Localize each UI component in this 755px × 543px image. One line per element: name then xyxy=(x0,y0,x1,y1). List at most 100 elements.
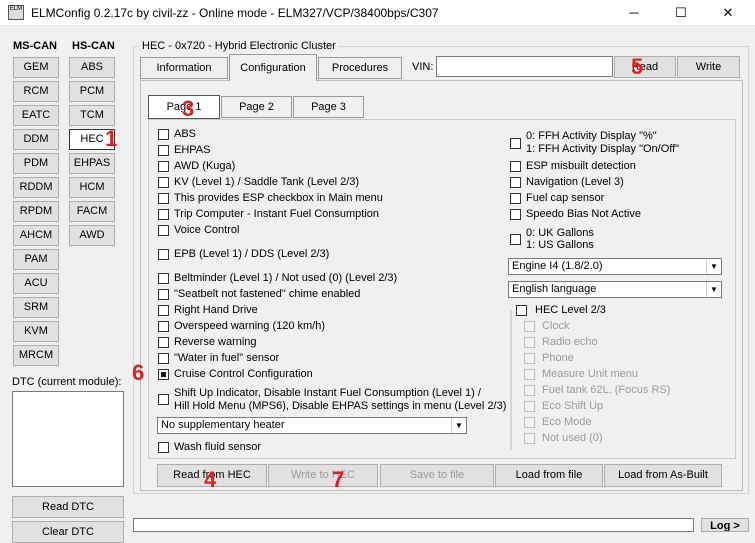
chevron-down-icon: ▼ xyxy=(706,282,721,297)
hec-level-group xyxy=(510,310,512,450)
hec-level-checkbox[interactable] xyxy=(516,305,527,316)
save-to-file-button[interactable]: Save to file xyxy=(380,464,494,487)
hec-level-item-label: Fuel tank 62L. (Focus RS) xyxy=(542,384,671,396)
tab-information[interactable]: Information xyxy=(140,57,228,79)
module-button-awd[interactable]: AWD xyxy=(69,225,115,246)
option-checkbox[interactable] xyxy=(158,193,169,204)
close-button[interactable]: ✕ xyxy=(705,0,751,26)
option-label: This provides ESP checkbox in Main menu xyxy=(174,192,383,204)
module-button-ddm[interactable]: DDM xyxy=(13,129,59,150)
load-from-asbuilt-button[interactable]: Load from As-Built xyxy=(604,464,722,487)
tab-procedures[interactable]: Procedures xyxy=(318,57,402,79)
module-button-abs[interactable]: ABS xyxy=(69,57,115,78)
read-dtc-button[interactable]: Read DTC xyxy=(12,496,124,518)
option-checkbox[interactable] xyxy=(158,353,169,364)
language-select[interactable]: English language ▼ xyxy=(508,281,722,298)
option-label: KV (Level 1) / Saddle Tank (Level 2/3) xyxy=(174,176,360,188)
right-option-checkbox[interactable] xyxy=(510,193,521,204)
module-button-acu[interactable]: ACU xyxy=(13,273,59,294)
module-button-eatc[interactable]: EATC xyxy=(13,105,59,126)
clear-dtc-button[interactable]: Clear DTC xyxy=(12,521,124,543)
hec-level-item-checkbox[interactable] xyxy=(524,321,535,332)
right-option-checkbox[interactable] xyxy=(510,137,521,149)
shift-up-label-line2: Hill Hold Menu (MPS6), Disable EHPAS set… xyxy=(174,400,507,412)
option-label: "Water in fuel" sensor xyxy=(174,352,280,364)
right-option-checkbox[interactable] xyxy=(510,161,521,172)
option-checkbox[interactable] xyxy=(158,161,169,172)
right-option-checkbox[interactable] xyxy=(510,234,521,245)
option-label: Beltminder (Level 1) / Not used (0) (Lev… xyxy=(174,272,398,284)
heater-select[interactable]: No supplementary heater ▼ xyxy=(157,417,467,434)
option-checkbox[interactable] xyxy=(158,337,169,348)
module-button-ahcm[interactable]: AHCM xyxy=(13,225,59,246)
hec-level-item-label: Eco Shift Up xyxy=(542,400,604,412)
module-button-rddm[interactable]: RDDM xyxy=(13,177,59,198)
app-icon: ELM xyxy=(8,5,24,20)
hec-level-item-checkbox[interactable] xyxy=(524,369,535,380)
module-button-tcm[interactable]: TCM xyxy=(69,105,115,126)
hec-level-item-checkbox[interactable] xyxy=(524,337,535,348)
module-button-rpdm[interactable]: RPDM xyxy=(13,201,59,222)
vin-read-button[interactable]: Read xyxy=(614,56,676,78)
option-label: Right Hand Drive xyxy=(174,304,258,316)
module-button-srm[interactable]: SRM xyxy=(13,297,59,318)
option-checkbox[interactable] xyxy=(158,177,169,188)
page-2-tab[interactable]: Page 2 xyxy=(221,96,292,118)
hec-level-item-checkbox[interactable] xyxy=(524,401,535,412)
hec-level-item-label: Phone xyxy=(542,352,574,364)
module-button-hcm[interactable]: HCM xyxy=(69,177,115,198)
vin-input[interactable] xyxy=(436,56,613,77)
option-checkbox[interactable] xyxy=(158,209,169,220)
group-title: HEC - 0x720 - Hybrid Electronic Cluster xyxy=(140,40,338,52)
engine-select[interactable]: Engine I4 (1.8/2.0) ▼ xyxy=(508,258,722,275)
option-checkbox[interactable] xyxy=(158,273,169,284)
right-option-checkbox[interactable] xyxy=(510,209,521,220)
dtc-list[interactable] xyxy=(12,391,124,487)
write-to-hec-button[interactable]: Write to HEC xyxy=(268,464,378,487)
option-checkbox[interactable] xyxy=(158,249,169,260)
ms-can-label: MS-CAN xyxy=(13,40,57,52)
option-checkbox[interactable] xyxy=(158,321,169,332)
load-from-file-button[interactable]: Load from file xyxy=(495,464,603,487)
hec-level-item-label: Eco Mode xyxy=(542,416,592,428)
window-title: ELMConfig 0.2.17c by civil-zz - Online m… xyxy=(31,6,439,20)
module-button-mrcm[interactable]: MRCM xyxy=(13,345,59,366)
module-button-pam[interactable]: PAM xyxy=(13,249,59,270)
module-button-kvm[interactable]: KVM xyxy=(13,321,59,342)
log-field[interactable] xyxy=(133,518,694,532)
annotation-7: 7 xyxy=(332,467,345,492)
option-label: Overspeed warning (120 km/h) xyxy=(174,320,326,332)
option-label: ABS xyxy=(174,128,197,140)
option-checkbox[interactable] xyxy=(158,225,169,236)
hec-level-item-checkbox[interactable] xyxy=(524,433,535,444)
hec-level-item-label: Clock xyxy=(542,320,570,332)
option-checkbox[interactable] xyxy=(158,305,169,316)
hec-level-item-checkbox[interactable] xyxy=(524,417,535,428)
option-checkbox[interactable] xyxy=(158,369,169,380)
minimize-button[interactable]: ─ xyxy=(611,0,657,26)
annotation-3: 3 xyxy=(182,96,195,121)
maximize-button[interactable]: ☐ xyxy=(658,0,704,26)
wash-fluid-label: Wash fluid sensor xyxy=(174,441,262,453)
shift-up-label-line1: Shift Up Indicator, Disable Instant Fuel… xyxy=(174,387,481,399)
tab-configuration[interactable]: Configuration xyxy=(229,54,317,81)
right-option-checkbox[interactable] xyxy=(510,177,521,188)
shift-up-checkbox[interactable] xyxy=(158,394,169,405)
module-button-pdm[interactable]: PDM xyxy=(13,153,59,174)
engine-select-value: Engine I4 (1.8/2.0) xyxy=(512,260,603,272)
module-button-gem[interactable]: GEM xyxy=(13,57,59,78)
module-button-facm[interactable]: FACM xyxy=(69,201,115,222)
option-checkbox[interactable] xyxy=(158,145,169,156)
log-toggle-button[interactable]: Log > xyxy=(701,518,749,532)
hec-level-item-label: Measure Unit menu xyxy=(542,368,638,380)
module-button-pcm[interactable]: PCM xyxy=(69,81,115,102)
module-button-rcm[interactable]: RCM xyxy=(13,81,59,102)
option-checkbox[interactable] xyxy=(158,129,169,140)
page-3-tab[interactable]: Page 3 xyxy=(293,96,364,118)
wash-fluid-checkbox[interactable] xyxy=(158,442,169,453)
hec-level-item-checkbox[interactable] xyxy=(524,353,535,364)
hec-level-item-checkbox[interactable] xyxy=(524,385,535,396)
module-button-ehpas[interactable]: EHPAS xyxy=(69,153,115,174)
vin-write-button[interactable]: Write xyxy=(677,56,740,78)
option-checkbox[interactable] xyxy=(158,289,169,300)
